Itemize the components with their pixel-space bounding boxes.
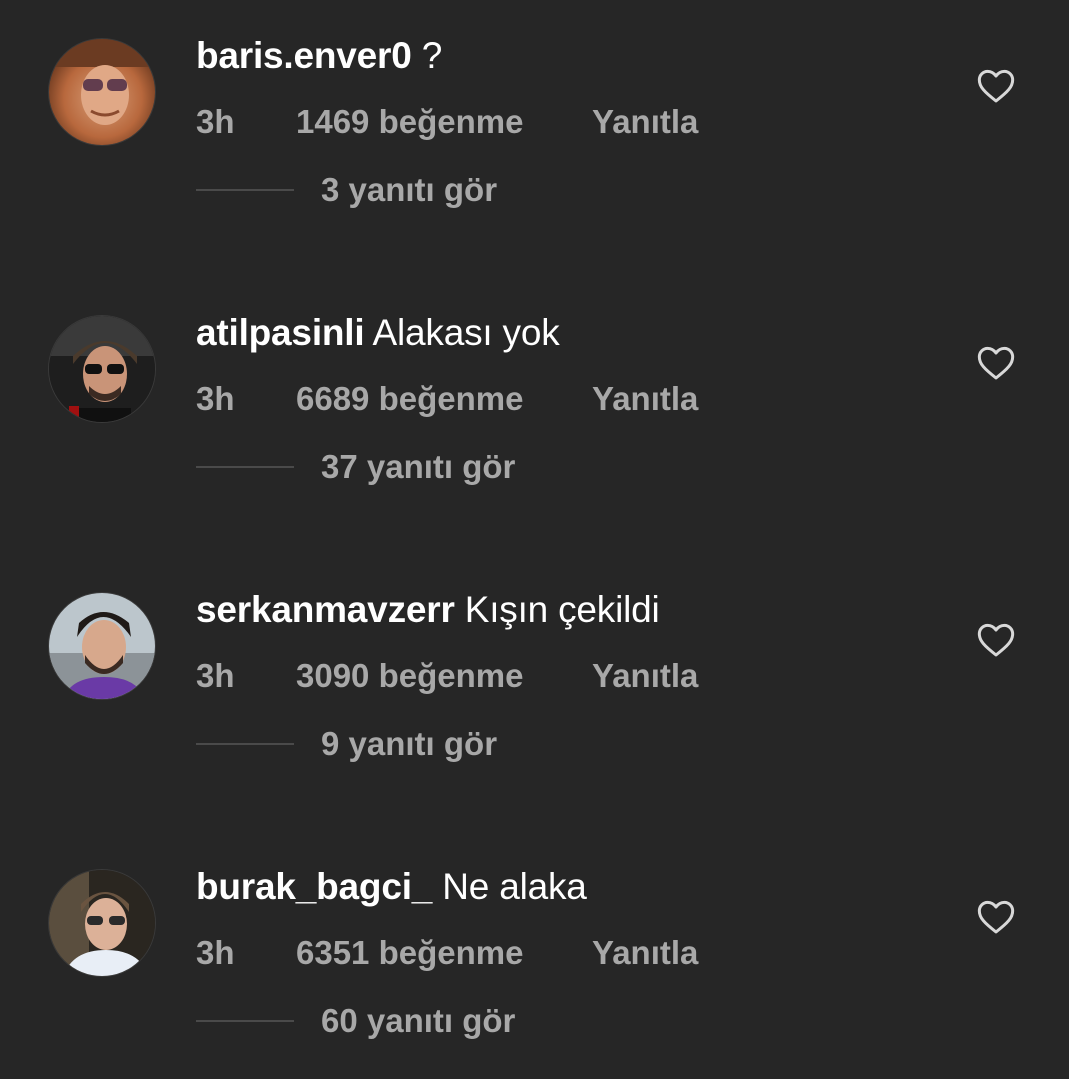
comment-item: burak_bagci_ Ne alaka 3h 6351 beğenme Ya…: [0, 831, 1069, 1079]
replies-divider: [196, 1020, 294, 1022]
comment-likes[interactable]: 1469 beğenme: [296, 100, 523, 144]
view-replies-label[interactable]: 60 yanıtı gör: [321, 999, 515, 1043]
comment-username[interactable]: baris.enver0: [196, 35, 412, 76]
comment-time: 3h: [196, 934, 235, 971]
heart-icon[interactable]: [976, 66, 1016, 106]
comment-likes[interactable]: 3090 beğenme: [296, 654, 523, 698]
comment-body: Ne alaka: [442, 866, 587, 907]
reply-button[interactable]: Yanıtla: [592, 654, 698, 698]
comment-item: atilpasinli Alakası yok 3h 6689 beğenme …: [0, 277, 1069, 554]
view-replies-label[interactable]: 9 yanıtı gör: [321, 722, 497, 766]
comment-item: baris.enver0 ? 3h 1469 beğenme Yanıtla 3…: [0, 0, 1069, 277]
avatar-photo-icon: [49, 593, 155, 699]
avatar-photo-icon: [49, 39, 155, 145]
reply-button[interactable]: Yanıtla: [592, 100, 698, 144]
comment-body: Kışın çekildi: [464, 589, 660, 630]
user-avatar[interactable]: [48, 869, 156, 977]
comment-time: 3h: [196, 380, 235, 417]
user-avatar[interactable]: [48, 315, 156, 423]
avatar-photo-icon: [49, 316, 155, 422]
reply-button[interactable]: Yanıtla: [592, 931, 698, 975]
avatar-photo-icon: [49, 870, 155, 976]
comment-text: atilpasinli Alakası yok: [196, 311, 560, 355]
replies-divider: [196, 189, 294, 191]
replies-divider: [196, 743, 294, 745]
comment-item: serkanmavzerr Kışın çekildi 3h 3090 beğe…: [0, 554, 1069, 831]
heart-icon[interactable]: [976, 343, 1016, 383]
reply-button[interactable]: Yanıtla: [592, 377, 698, 421]
comment-likes[interactable]: 6351 beğenme: [296, 931, 523, 975]
comment-username[interactable]: serkanmavzerr: [196, 589, 455, 630]
comment-body: ?: [421, 35, 443, 76]
comment-time: 3h: [196, 103, 235, 140]
comment-text: baris.enver0 ?: [196, 34, 442, 78]
comment-text: serkanmavzerr Kışın çekildi: [196, 588, 660, 632]
heart-icon[interactable]: [976, 897, 1016, 937]
comment-text: burak_bagci_ Ne alaka: [196, 865, 587, 909]
comment-username[interactable]: burak_bagci_: [196, 866, 432, 907]
user-avatar[interactable]: [48, 592, 156, 700]
view-replies-label[interactable]: 3 yanıtı gör: [321, 168, 497, 212]
replies-divider: [196, 466, 294, 468]
view-replies-label[interactable]: 37 yanıtı gör: [321, 445, 515, 489]
comments-list: baris.enver0 ? 3h 1469 beğenme Yanıtla 3…: [0, 0, 1069, 1079]
comment-body: Alakası yok: [372, 312, 560, 353]
heart-icon[interactable]: [976, 620, 1016, 660]
comment-likes[interactable]: 6689 beğenme: [296, 377, 523, 421]
comment-username[interactable]: atilpasinli: [196, 312, 365, 353]
user-avatar[interactable]: [48, 38, 156, 146]
comment-time: 3h: [196, 657, 235, 694]
